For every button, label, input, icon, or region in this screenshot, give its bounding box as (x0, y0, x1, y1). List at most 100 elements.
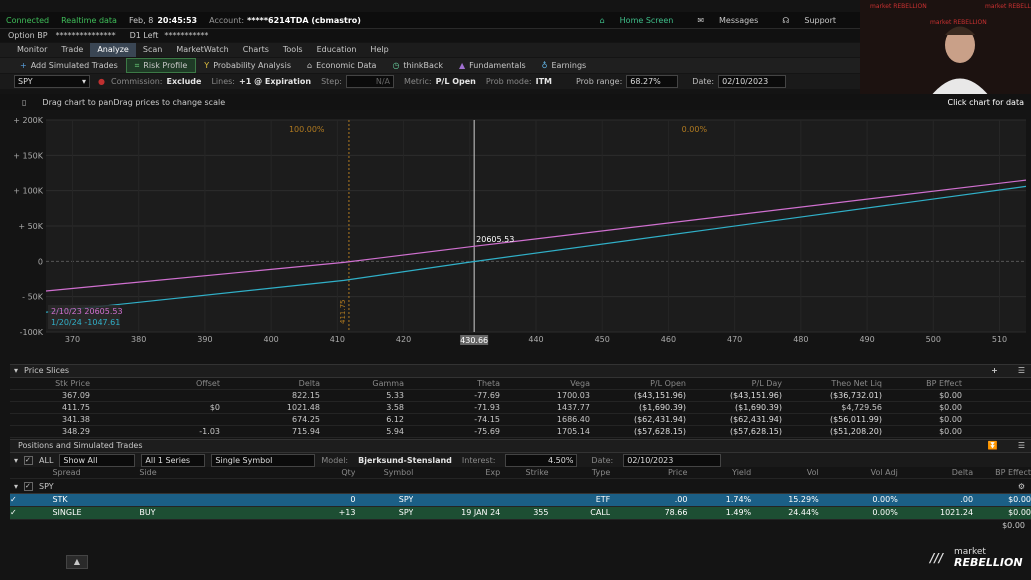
tab-education[interactable]: Education (310, 43, 364, 57)
position-cell[interactable]: .00 (610, 494, 688, 506)
step-field[interactable]: N/A (345, 75, 394, 88)
position-cell[interactable] (139, 494, 284, 506)
probability-analysis-button[interactable]: Y Probability Analysis (196, 59, 299, 72)
series-filter[interactable]: All 1 Series (141, 453, 206, 467)
video-brand-text-3: market REBELLION (985, 3, 1031, 10)
group-label: SPY (39, 481, 54, 491)
metric-value[interactable]: P/L Open (436, 77, 476, 86)
gear-icon[interactable]: ⚙ (1018, 482, 1025, 491)
risk-profile-button[interactable]: ⌗ Risk Profile (125, 58, 197, 73)
fundamentals-button[interactable]: ▲ Fundamentals (451, 59, 534, 72)
tab-tools[interactable]: Tools (276, 43, 310, 57)
group-checkbox[interactable]: ✓ (24, 481, 34, 491)
interest-field[interactable]: 4.50% (505, 453, 578, 467)
slice-cell: 1705.14 (556, 427, 590, 436)
building-icon: ⌂ (306, 61, 313, 70)
slice-cell: ($57,628.15) (729, 427, 782, 436)
tab-scan[interactable]: Scan (136, 43, 169, 57)
tab-monitor[interactable]: Monitor (10, 43, 54, 57)
slice-cell[interactable] (90, 414, 220, 425)
tab-charts[interactable]: Charts (236, 43, 276, 57)
add-slice-icon[interactable]: + (991, 365, 998, 377)
messages-button[interactable]: ✉ Messages (697, 16, 770, 25)
support-button[interactable]: ☊ Support (782, 16, 848, 25)
slice-cell[interactable]: 341.38 (10, 414, 90, 425)
add-simulated-trades-button[interactable]: + Add Simulated Trades (12, 59, 126, 72)
position-row[interactable]: ✓ SINGLE BUY +13 SPY 19 JAN 24 355 CALL 78.66 1.4… (10, 507, 1031, 520)
expand-icon[interactable]: ▾ (14, 456, 18, 465)
earnings-button[interactable]: ♁ Earnings (534, 59, 595, 72)
account-label: Account: (209, 15, 245, 25)
slice-row[interactable]: 341.38 674.25 6.12 -74.15 1686.40 ($62,431.94… (10, 414, 1031, 426)
scroll-bottom-button[interactable]: ▲ (66, 555, 88, 569)
slice-row[interactable]: 367.09 822.15 5.33 -77.69 1700.03 ($43,151.96… (10, 390, 1031, 402)
slice-row[interactable]: 411.75 $0 1021.48 3.58 -71.93 1437.77 ($1,690.… (10, 402, 1031, 414)
collapse-icon[interactable]: ▾ (14, 365, 18, 377)
economic-data-button[interactable]: ⌂ Economic Data (299, 59, 384, 72)
slice-cell[interactable]: 348.29 (10, 426, 90, 437)
show-filter[interactable]: Show All (59, 453, 136, 467)
position-checkbox[interactable]: ✓ (10, 507, 52, 519)
x-tick-label: 410 (330, 335, 345, 344)
account-selector[interactable]: *****6214TDA (cbmastro) (247, 16, 361, 25)
group-expand-icon[interactable]: ▾ (14, 482, 18, 491)
home-icon: ⌂ (599, 15, 605, 25)
record-icon: ● (98, 77, 105, 86)
select-all-checkbox[interactable]: ✓ (24, 455, 34, 465)
positions-header-cell: Yield (732, 468, 752, 477)
slice-cell: ($62,431.94) (633, 415, 686, 424)
collapse-all-icon[interactable]: ⏬ (988, 440, 998, 452)
option-bp-value: *************** (55, 31, 116, 40)
model-value[interactable]: Bjerksund-Stensland (358, 456, 452, 465)
slices-header-cell: Delta (298, 379, 320, 388)
tab-analyze[interactable]: Analyze (90, 43, 136, 57)
price-slices-header[interactable]: ▾ Price Slices + ☰ (10, 364, 1031, 378)
legend-entry-1: 2/10/23 20605.53 (51, 307, 123, 316)
menu-icon[interactable]: ☰ (1018, 365, 1025, 377)
slice-cell: $0.00 (939, 403, 962, 412)
thinkback-button[interactable]: ◷ thinkBack (384, 59, 451, 72)
tab-marketwatch[interactable]: MarketWatch (169, 43, 235, 57)
position-cell[interactable]: +13 (284, 507, 356, 519)
home-screen-button[interactable]: ⌂ Home Screen (600, 16, 686, 25)
video-brand-text-2: market REBELLION (930, 19, 987, 26)
lines-value[interactable]: +1 @ Expiration (239, 77, 311, 86)
symbol-selector[interactable]: SPY ▾ (14, 75, 90, 88)
slice-cell[interactable]: 411.75 (10, 402, 90, 413)
position-cell[interactable]: BUY (139, 507, 284, 519)
position-row[interactable]: ✓ STK 0 SPY ETF .00 1.74% 15.29% 0.00% .00 $0.00 (10, 494, 1031, 507)
phone-icon[interactable]: ▯ (22, 98, 26, 107)
slice-cell: ($1,690.39) (639, 403, 686, 412)
risk-profile-settings: SPY ▾ ● Commission: Exclude Lines: +1 @ E… (0, 74, 860, 89)
tab-help[interactable]: Help (363, 43, 395, 57)
price-slices-panel: ▾ Price Slices + ☰ Stk Price Offset Delta G… (10, 364, 1031, 438)
prob-range-field[interactable]: 68.27% (626, 75, 679, 88)
slice-cell[interactable]: $0 (90, 402, 220, 413)
position-cell[interactable]: 78.66 (610, 507, 688, 519)
risk-profile-chart[interactable]: + 200K + 150K + 100K + 50K 0 - 50K -100K 370 380… (10, 112, 1031, 352)
date-field[interactable]: 02/10/2023 (718, 75, 787, 88)
cursor-value-label: 20605.53 (476, 235, 514, 244)
positions-menu-icon[interactable]: ☰ (1018, 440, 1025, 452)
tab-trade[interactable]: Trade (54, 43, 90, 57)
slice-cell: $0.00 (939, 427, 962, 436)
slice-row[interactable]: 348.29 -1.03 715.94 5.94 -75.69 1705.14 ($57,6… (10, 426, 1031, 438)
symbol-filter[interactable]: Single Symbol (211, 453, 316, 467)
right-probability-label: 0.00% (682, 125, 708, 134)
y-tick-label: + 100K (13, 187, 44, 196)
positions-date-field[interactable]: 02/10/2023 (623, 453, 722, 467)
slice-cell[interactable] (90, 390, 220, 401)
slice-cell[interactable]: -1.03 (90, 426, 220, 437)
commission-value[interactable]: Exclude (167, 77, 202, 86)
position-cell[interactable]: 0 (284, 494, 355, 506)
slice-cell: 3.58 (386, 403, 404, 412)
group-row-spy[interactable]: ▾ ✓ SPY ⚙ (10, 479, 1031, 494)
risk-profile-svg[interactable]: + 200K + 150K + 100K + 50K 0 - 50K -100K 370 380… (10, 112, 1031, 352)
probability-icon: Y (204, 61, 210, 70)
prob-mode-value[interactable]: ITM (536, 77, 552, 86)
slice-cell[interactable]: 367.09 (10, 390, 90, 401)
x-tick-label: 500 (926, 335, 941, 344)
x-tick-label: 470 (727, 335, 742, 344)
slices-header-cell: BP Effect (926, 379, 962, 388)
position-checkbox[interactable]: ✓ (10, 494, 52, 506)
